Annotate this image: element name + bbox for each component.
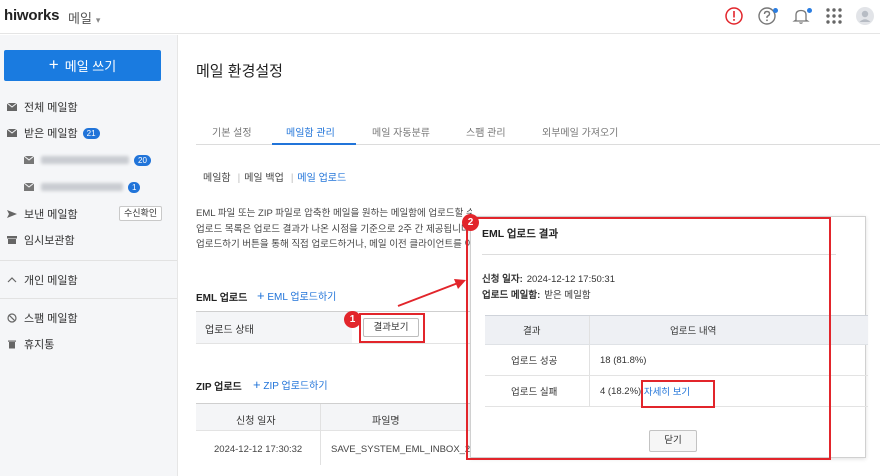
logo[interactable]: hiworks [4,7,59,24]
sidebar-item-label: 보낸 메일함 [24,209,78,221]
upload-status-row: 업로드 상태 [196,311,472,344]
redacted-folder-name [41,183,123,191]
chevron-down-icon: ▾ [95,15,101,25]
envelope-icon [7,103,17,111]
plus-icon: + [253,377,261,392]
eml-upload-link[interactable]: + EML 업로드하기 [257,288,336,303]
subtab-divider: | [237,173,241,184]
sidebar-item-label: 임시보관함 [24,235,75,247]
top-bar: hiworks 메일 ▾ [0,0,880,34]
active-tab-indicator [272,143,356,145]
notification-dot [773,8,778,13]
block-icon [7,313,17,323]
plus-icon: + [257,288,265,303]
sidebar-item-spam[interactable]: 스팸 메일함 [7,309,78,327]
compose-button[interactable]: + 메일 쓰기 [4,50,161,81]
sidebar-item-all-mail[interactable]: 전체 메일함 [7,98,78,116]
column-header: 신청 일자 [236,416,276,427]
step-marker: 1 [344,311,361,328]
tab-basic-settings[interactable]: 기본 설정 [212,124,252,139]
divider [0,298,177,299]
sidebar-item-label: 개인 메일함 [24,275,78,287]
sidebar-item-label: 전체 메일함 [24,102,78,114]
archive-icon [7,236,17,244]
app-menu-label: 메일 [68,11,92,26]
table-header: 신청 일자 파일명 [196,403,472,431]
redacted-folder-name [41,156,129,164]
sidebar-item-subfolder[interactable]: 20 [24,151,151,169]
request-date-cell: 2024-12-12 17:30:32 [214,444,303,455]
tab-mailbox-management[interactable]: 메일함 관리 [286,124,335,139]
alert-icon[interactable] [724,6,744,26]
notification-dot [807,8,812,13]
highlight-box [641,380,715,408]
read-receipt-button[interactable]: 수신확인 [119,206,163,221]
subtabs: 메일함 | 메일 백업 | 메일 업로드 [203,169,349,184]
subtab-upload[interactable]: 메일 업로드 [297,173,346,184]
column-header: 파일명 [372,416,400,427]
upload-status-label: 업로드 상태 [196,312,352,343]
tab-auto-sort[interactable]: 메일 자동분류 [372,124,430,139]
plus-icon: + [48,54,59,74]
tab-external-mail[interactable]: 외부메일 가져오기 [542,124,618,139]
sidebar-item-trash[interactable]: 휴지통 [7,335,54,353]
unread-badge: 21 [82,127,100,139]
sidebar: + 메일 쓰기 전체 메일함 받은 메일함 21 20 1 보낸 메일함 수신확… [0,35,178,476]
envelope-icon [24,183,34,191]
description: EML 파일 또는 ZIP 파일로 압축한 메일을 원하는 메일함에 업로드할 … [196,206,472,253]
sidebar-item-label: 받은 메일함 [24,128,78,140]
page-title: 메일 환경설정 [196,63,283,80]
highlight-box [359,313,425,343]
trash-icon [8,340,16,349]
send-icon [7,210,17,218]
sidebar-item-label: 휴지통 [24,339,55,351]
app-menu[interactable]: 메일 ▾ [68,8,100,27]
chevron-up-icon [7,277,17,283]
subtab-mailbox[interactable]: 메일함 [203,173,231,184]
settings-tabs: 기본 설정 메일함 관리 메일 자동분류 스팸 관리 외부메일 가져오기 [196,118,880,145]
file-name-cell: SAVE_SYSTEM_EML_INBOX_20... [331,444,484,455]
step-marker: 2 [462,214,479,231]
divider [0,260,177,261]
sidebar-item-label: 스팸 메일함 [24,313,78,325]
unread-badge: 20 [134,154,151,166]
tab-spam[interactable]: 스팸 관리 [466,124,506,139]
avatar[interactable] [855,6,875,26]
subtab-backup[interactable]: 메일 백업 [244,173,284,184]
sidebar-item-sent[interactable]: 보낸 메일함 [7,205,78,223]
description-line: 업로드하기 버튼을 통해 직접 업로드하거나, 메일 이전 클라이언트를 이용해… [196,239,472,250]
sidebar-item-personal-mailbox[interactable]: 개인 메일함 [7,271,78,289]
subtab-divider: | [290,173,294,184]
compose-label: 메일 쓰기 [64,59,117,74]
unread-badge: 1 [128,181,141,193]
eml-upload-heading: EML 업로드 [196,293,248,304]
sidebar-item-drafts[interactable]: 임시보관함 [7,231,75,249]
sidebar-item-inbox[interactable]: 받은 메일함 21 [7,124,100,142]
sidebar-item-subfolder[interactable]: 1 [24,178,141,196]
eml-upload-link-label: EML 업로드하기 [267,292,337,303]
highlight-box [466,217,831,460]
envelope-icon [24,156,34,164]
envelope-icon [7,129,17,137]
zip-upload-heading: ZIP 업로드 [196,382,242,393]
description-line: 업로드 목록은 업로드 결과가 나온 시점을 기준으로 2주 간 제공됩니다. [196,223,472,235]
apps-grid-icon[interactable] [824,6,844,26]
zip-upload-link[interactable]: + ZIP 업로드하기 [253,377,328,392]
zip-upload-link-label: ZIP 업로드하기 [263,381,328,392]
description-line: EML 파일 또는 ZIP 파일로 압축한 메일을 원하는 메일함에 업로드할 … [196,208,472,219]
